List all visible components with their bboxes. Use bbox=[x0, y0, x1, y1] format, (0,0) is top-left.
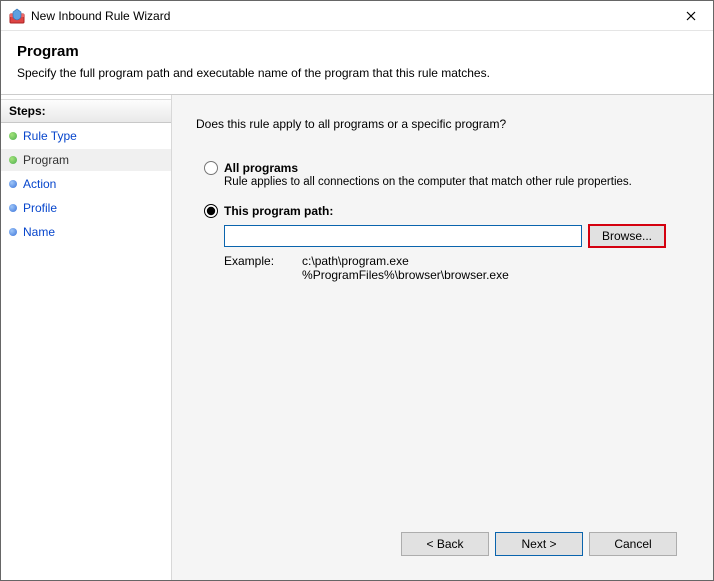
option-this-program-path: This program path: Browse... Example: c:… bbox=[204, 204, 691, 282]
wizard-footer: < Back Next > Cancel bbox=[196, 522, 691, 570]
option-all-programs: All programs Rule applies to all connect… bbox=[204, 161, 691, 188]
step-name[interactable]: Name bbox=[1, 221, 171, 243]
step-program[interactable]: Program bbox=[1, 149, 171, 171]
step-bullet-icon bbox=[9, 228, 17, 236]
firewall-icon bbox=[9, 8, 25, 24]
cancel-button[interactable]: Cancel bbox=[589, 532, 677, 556]
steps-heading: Steps: bbox=[1, 99, 171, 123]
page-subtitle: Specify the full program path and execut… bbox=[17, 66, 697, 80]
back-button[interactable]: < Back bbox=[401, 532, 489, 556]
program-path-input[interactable] bbox=[224, 225, 582, 247]
program-path-label: This program path: bbox=[224, 204, 333, 218]
browse-button[interactable]: Browse... bbox=[588, 224, 666, 248]
content-prompt: Does this rule apply to all programs or … bbox=[196, 117, 691, 131]
step-bullet-icon bbox=[9, 180, 17, 188]
example-paths: c:\path\program.exe %ProgramFiles%\brows… bbox=[302, 254, 509, 282]
window-title: New Inbound Rule Wizard bbox=[31, 9, 668, 23]
step-label: Profile bbox=[23, 201, 57, 215]
step-profile[interactable]: Profile bbox=[1, 197, 171, 219]
step-label: Name bbox=[23, 225, 55, 239]
all-programs-radio[interactable] bbox=[204, 161, 218, 175]
all-programs-label: All programs bbox=[224, 161, 298, 175]
step-bullet-icon bbox=[9, 204, 17, 212]
step-rule-type[interactable]: Rule Type bbox=[1, 125, 171, 147]
content-pane: Does this rule apply to all programs or … bbox=[171, 95, 713, 580]
next-button[interactable]: Next > bbox=[495, 532, 583, 556]
step-label: Rule Type bbox=[23, 129, 77, 143]
example-label: Example: bbox=[224, 254, 274, 268]
wizard-header: Program Specify the full program path an… bbox=[1, 31, 713, 95]
titlebar: New Inbound Rule Wizard bbox=[1, 1, 713, 31]
all-programs-desc: Rule applies to all connections on the c… bbox=[224, 176, 691, 188]
step-label: Action bbox=[23, 177, 56, 191]
close-button[interactable] bbox=[668, 1, 713, 31]
step-label: Program bbox=[23, 153, 69, 167]
step-bullet-icon bbox=[9, 132, 17, 140]
step-bullet-icon bbox=[9, 156, 17, 164]
step-action[interactable]: Action bbox=[1, 173, 171, 195]
program-path-radio[interactable] bbox=[204, 204, 218, 218]
steps-sidebar: Steps: Rule Type Program Action Profile … bbox=[1, 95, 171, 580]
page-title: Program bbox=[17, 43, 697, 60]
